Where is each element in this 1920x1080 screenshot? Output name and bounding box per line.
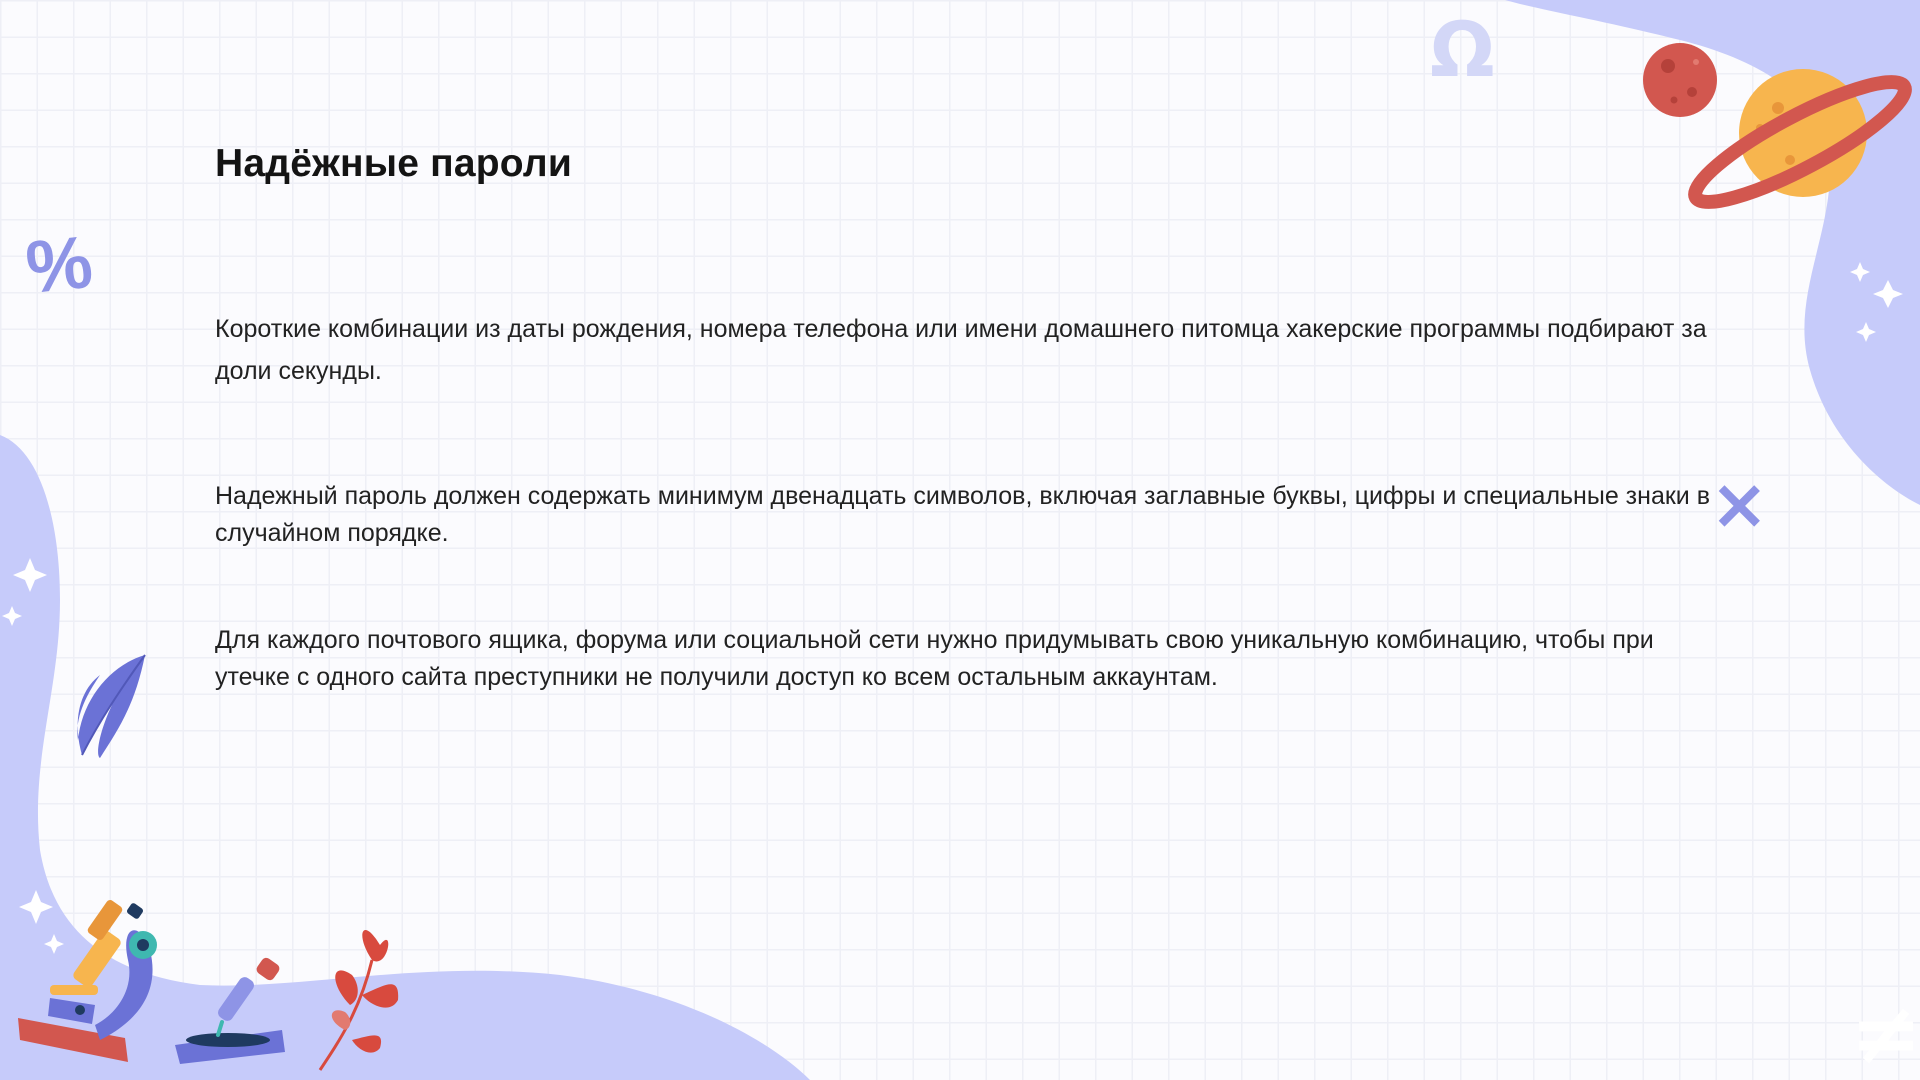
paragraph-strong-password: Надежный пароль должен содержать минимум… [215,482,1710,547]
slide: % Ω × ≠ Надёжные пароли Короткие комбина… [0,0,1920,1080]
times-symbol: × [1710,463,1769,545]
leaf-icon [77,654,146,758]
not-equal-symbol: ≠ [1850,984,1920,1080]
page-title: Надёжные пароли [215,142,573,185]
percent-symbol: % [22,220,96,309]
paragraph-unique-combination: Для каждого почтового ящика, форума или … [215,626,1654,691]
omega-symbol: Ω [1430,5,1495,94]
planet-red-icon [1643,43,1717,117]
paragraph-short-combinations: Короткие комбинации из даты рождения, но… [215,315,1707,385]
